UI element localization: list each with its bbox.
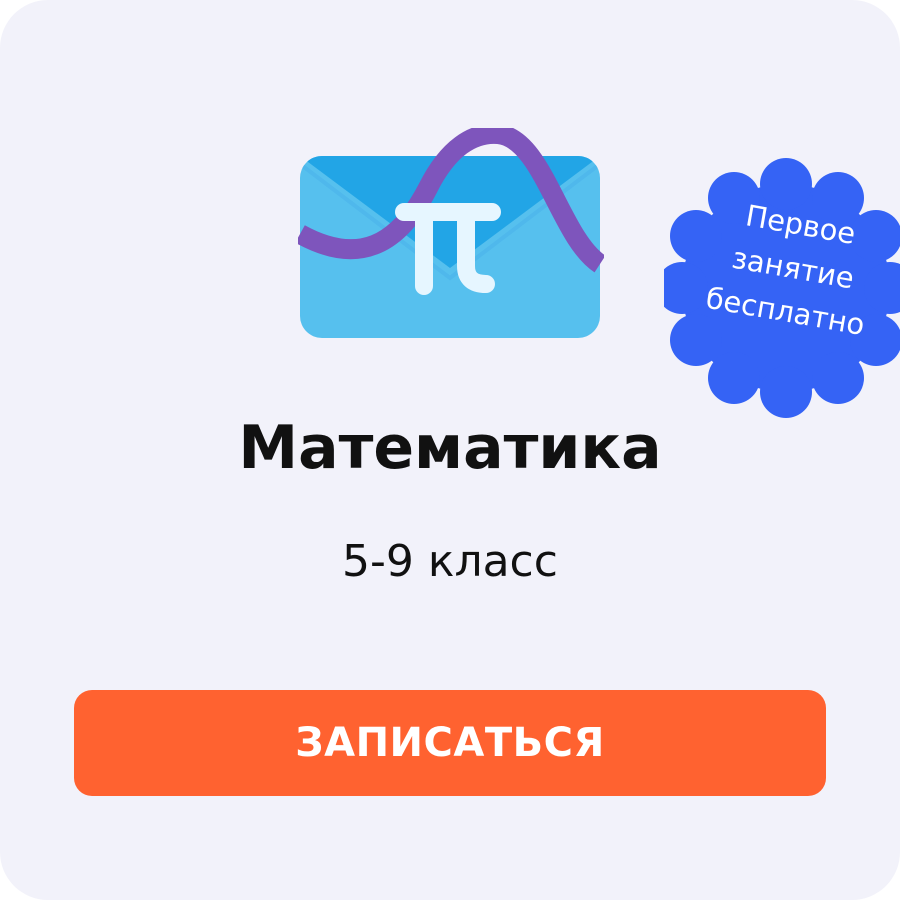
course-grade: 5-9 класс <box>342 536 558 587</box>
course-card: Первое занятие бесплатно Математика 5-9 … <box>0 0 900 900</box>
course-title: Математика <box>238 413 662 483</box>
pi-envelope-icon <box>298 128 604 338</box>
sign-up-button[interactable]: ЗАПИСАТЬСЯ <box>74 690 826 796</box>
free-lesson-badge: Первое занятие бесплатно <box>664 154 900 422</box>
